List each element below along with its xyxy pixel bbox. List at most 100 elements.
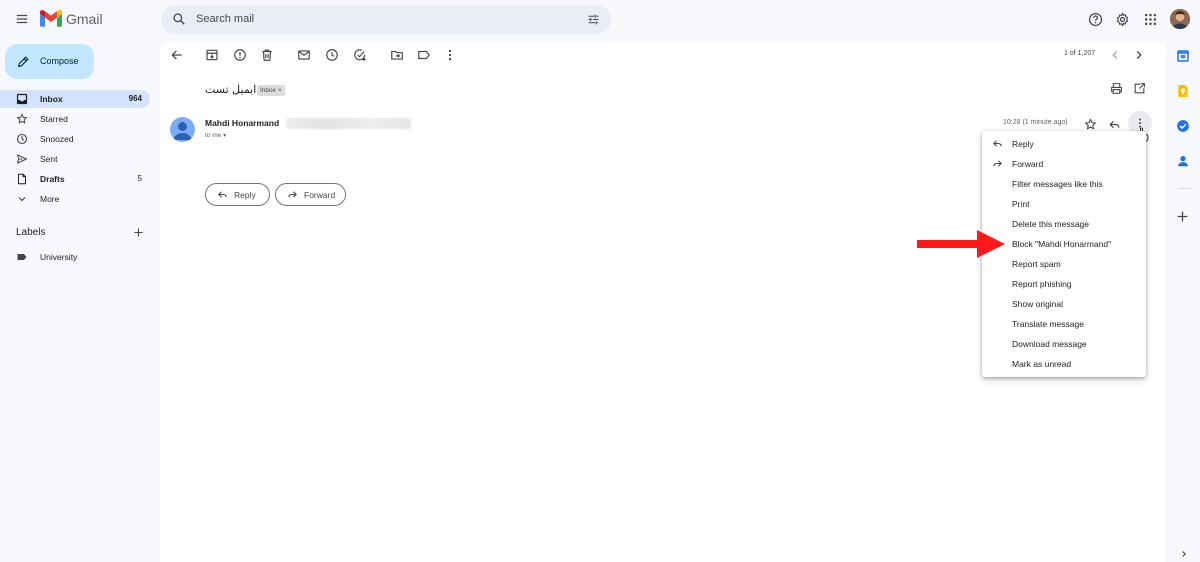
star-icon	[16, 113, 28, 125]
menu-item-label: Show original	[1012, 299, 1064, 309]
chevron-down-icon	[16, 193, 28, 205]
search-options-icon[interactable]	[587, 13, 600, 26]
menu-item-label: Block "Mahdi Honarmand"	[1012, 239, 1112, 249]
menu-item-download[interactable]: Download message	[982, 333, 1146, 353]
sidebar-item-more[interactable]: More	[0, 190, 150, 208]
add-task-icon[interactable]	[353, 48, 367, 62]
app-name[interactable]: Gmail	[66, 11, 103, 27]
add-addon-icon[interactable]	[1176, 210, 1192, 226]
compose-button[interactable]: Compose	[5, 44, 94, 79]
search-input[interactable]: Search mail	[196, 13, 254, 25]
inbox-label-chip[interactable]: Inbox ×	[257, 85, 285, 96]
annotation-arrow-icon	[917, 228, 1007, 260]
menu-item-translate[interactable]: Translate message	[982, 313, 1146, 333]
search-icon[interactable]	[172, 12, 186, 26]
more-vert-icon[interactable]	[443, 48, 457, 62]
report-spam-icon[interactable]	[233, 48, 247, 62]
sidebar-label-university[interactable]: University	[0, 248, 150, 266]
forward-button[interactable]: Forward	[275, 183, 346, 206]
sidebar-item-snoozed[interactable]: Snoozed	[0, 130, 150, 148]
sidebar-item-label: Inbox	[40, 94, 63, 104]
send-icon	[16, 153, 28, 165]
menu-item-label: Mark as unread	[1012, 359, 1072, 369]
forward-button-label: Forward	[304, 189, 336, 200]
menu-item-label: Print	[1012, 199, 1030, 209]
snooze-clock-icon[interactable]	[325, 48, 339, 62]
inbox-icon	[16, 93, 28, 105]
menu-item-filter[interactable]: Filter messages like this	[982, 173, 1146, 193]
label-icon	[16, 251, 28, 263]
trash-icon[interactable]	[260, 48, 274, 62]
message-subject: ایمیل تست	[205, 83, 257, 96]
reply-icon[interactable]	[1108, 118, 1122, 132]
move-to-folder-icon[interactable]	[390, 48, 404, 62]
compose-label: Compose	[40, 56, 79, 66]
menu-item-label: Delete this message	[1012, 219, 1090, 229]
chevron-right-icon[interactable]	[1132, 48, 1146, 62]
sidebar-item-inbox[interactable]: Inbox 964	[0, 90, 150, 108]
back-arrow-icon[interactable]	[170, 48, 184, 62]
forward-icon	[992, 158, 1003, 169]
menu-item-show-original[interactable]: Show original	[982, 293, 1146, 313]
archive-icon[interactable]	[205, 48, 219, 62]
print-icon[interactable]	[1110, 82, 1124, 96]
labels-heading: Labels	[16, 227, 46, 238]
expand-panel-icon[interactable]	[1179, 549, 1195, 562]
sender-avatar[interactable]	[170, 117, 195, 142]
menu-item-print[interactable]: Print	[982, 193, 1146, 213]
sender-email-blurred	[286, 118, 411, 129]
forward-btn-icon	[287, 189, 298, 200]
apps-grid-icon[interactable]	[1138, 7, 1162, 31]
chevron-left-icon[interactable]	[1108, 48, 1122, 62]
sidebar-item-label: More	[40, 194, 60, 204]
chip-label: Inbox	[260, 87, 276, 94]
reply-btn-icon	[217, 189, 228, 200]
gmail-logo-icon[interactable]	[40, 10, 62, 27]
keep-app-icon[interactable]	[1176, 84, 1192, 100]
add-label-icon[interactable]	[133, 227, 144, 238]
main-menu-icon[interactable]	[10, 7, 34, 31]
account-avatar[interactable]	[1170, 9, 1190, 29]
sidebar-item-label: Snoozed	[40, 134, 74, 144]
rail-divider	[1178, 188, 1192, 189]
sidebar-item-label: Sent	[40, 154, 58, 164]
menu-item-label: Forward	[1012, 159, 1044, 169]
reply-button-label: Reply	[234, 189, 256, 200]
sidebar-item-label: Starred	[40, 114, 68, 124]
sidebar-item-starred[interactable]: Starred	[0, 110, 150, 128]
reply-button[interactable]: Reply	[205, 183, 270, 206]
menu-item-label: Report spam	[1012, 259, 1061, 269]
tasks-app-icon[interactable]	[1176, 119, 1192, 135]
search-bar[interactable]: Search mail	[161, 5, 611, 34]
menu-item-reply[interactable]: Reply	[982, 133, 1146, 153]
menu-item-mark-unread[interactable]: Mark as unread	[982, 353, 1146, 373]
drafts-count: 5	[137, 174, 142, 183]
recipients[interactable]: to me ▾	[205, 132, 226, 139]
menu-item-label: Filter messages like this	[1012, 179, 1103, 189]
draft-icon	[16, 173, 28, 185]
contacts-app-icon[interactable]	[1176, 154, 1192, 170]
top-bar: Gmail Search mail	[0, 0, 1200, 40]
details-caret-icon[interactable]: ▾	[223, 133, 226, 139]
clock-icon	[16, 133, 28, 145]
sidebar-item-sent[interactable]: Sent	[0, 150, 150, 168]
open-new-window-icon[interactable]	[1133, 82, 1147, 96]
chip-remove-icon[interactable]: ×	[278, 87, 282, 94]
menu-item-label: Reply	[1012, 139, 1034, 149]
sidebar-item-label: Drafts	[40, 174, 65, 184]
menu-item-label: Translate message	[1012, 319, 1084, 329]
menu-item-report-phishing[interactable]: Report phishing	[982, 273, 1146, 293]
label-tag-icon[interactable]	[417, 48, 431, 62]
mark-unread-icon[interactable]	[297, 48, 311, 62]
star-toggle-icon[interactable]	[1084, 118, 1098, 132]
menu-item-label: Report phishing	[1012, 279, 1072, 289]
unread-count: 964	[128, 94, 142, 103]
settings-gear-icon[interactable]	[1110, 7, 1134, 31]
reply-icon	[992, 138, 1003, 149]
recipients-label: to me	[205, 132, 222, 139]
help-icon[interactable]	[1083, 7, 1107, 31]
menu-item-forward[interactable]: Forward	[982, 153, 1146, 173]
sender-name[interactable]: Mahdi Honarmand	[205, 118, 279, 128]
calendar-app-icon[interactable]	[1176, 49, 1192, 65]
sidebar-item-drafts[interactable]: Drafts 5	[0, 170, 150, 188]
